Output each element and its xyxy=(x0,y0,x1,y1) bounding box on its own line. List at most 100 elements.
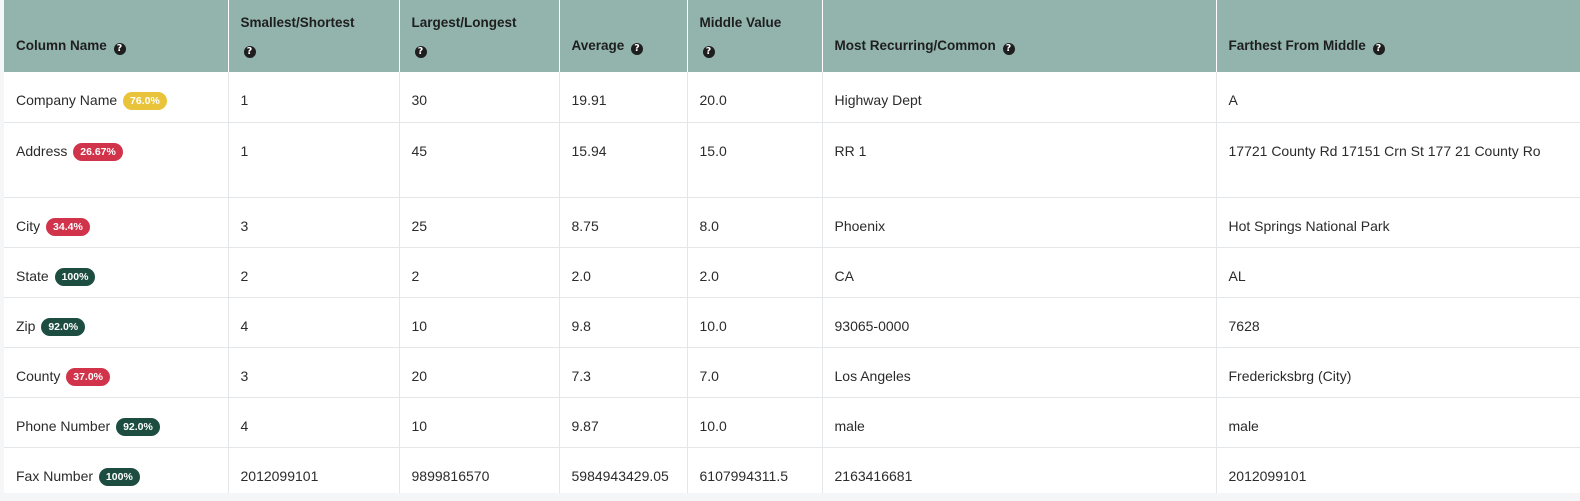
smallest-cell: 4 xyxy=(228,297,400,348)
table-row: City 34.4% 3 25 8.75 8.0 Phoenix Hot Spr… xyxy=(4,197,1580,248)
column-name: State xyxy=(16,267,49,284)
header-label: Most Recurring/Common xyxy=(834,38,996,53)
average-cell: 8.75 xyxy=(559,197,688,248)
farthest-cell: 17721 County Rd 17151 Crn St 177 21 Coun… xyxy=(1216,122,1580,198)
table-row: Company Name 76.0% 1 30 19.91 20.0 Highw… xyxy=(4,72,1580,123)
smallest-cell: 3 xyxy=(228,347,400,398)
common-cell: RR 1 xyxy=(822,122,1217,198)
largest-cell: 25 xyxy=(399,197,560,248)
farthest-cell: male xyxy=(1216,397,1580,448)
header-largest: Largest/Longest? xyxy=(399,0,560,72)
header-label: Average xyxy=(571,38,625,53)
header-smallest: Smallest/Shortest? xyxy=(228,0,400,72)
average-cell: 19.91 xyxy=(559,72,688,123)
help-icon[interactable]: ? xyxy=(414,46,427,58)
middle-cell: 10.0 xyxy=(687,297,823,348)
largest-cell: 45 xyxy=(399,122,560,198)
header-column-name: Column Name ? xyxy=(4,0,229,72)
smallest-cell: 1 xyxy=(228,72,400,123)
largest-cell: 2 xyxy=(399,247,560,298)
header-farthest: Farthest From Middle ? xyxy=(1216,0,1580,72)
status-badge: 37.0% xyxy=(66,367,111,386)
header-label: Column Name xyxy=(16,38,107,53)
farthest-cell: AL xyxy=(1216,247,1580,298)
farthest-cell: Hot Springs National Park xyxy=(1216,197,1580,248)
middle-cell: 20.0 xyxy=(687,72,823,123)
table-row: State 100% 2 2 2.0 2.0 CA AL xyxy=(4,247,1580,298)
common-cell: Phoenix xyxy=(822,197,1217,248)
help-icon[interactable]: ? xyxy=(631,43,644,55)
common-cell: Highway Dept xyxy=(822,72,1217,123)
column-name-cell: Zip 92.0% xyxy=(4,297,229,348)
column-name: Company Name xyxy=(16,92,118,108)
header-most-common: Most Recurring/Common ? xyxy=(822,0,1217,72)
column-stats-table: Column Name ? Smallest/Shortest? Largest… xyxy=(4,0,1580,493)
largest-cell: 20 xyxy=(399,347,560,398)
largest-cell: 10 xyxy=(399,297,560,348)
farthest-cell: Fredericksbrg (City) xyxy=(1216,347,1580,398)
status-badge: 34.4% xyxy=(46,217,90,236)
column-name-cell: Address 26.67% xyxy=(4,122,229,198)
table-row: Zip 92.0% 4 10 9.8 10.0 93065-0000 7628 xyxy=(4,297,1580,348)
help-icon[interactable]: ? xyxy=(243,46,256,58)
average-cell: 2.0 xyxy=(559,247,688,298)
common-cell: 93065-0000 xyxy=(822,297,1217,348)
status-badge: 92.0% xyxy=(41,317,86,336)
header-label: Farthest From Middle xyxy=(1228,38,1366,53)
largest-cell: 10 xyxy=(399,397,560,448)
header-label: Smallest/Shortest xyxy=(240,15,355,30)
middle-cell: 7.0 xyxy=(687,347,823,398)
smallest-cell: 4 xyxy=(228,397,400,448)
stats-table-container: Column Name ? Smallest/Shortest? Largest… xyxy=(4,0,1580,493)
smallest-cell: 2012099101 xyxy=(228,447,400,493)
header-label: Middle Value xyxy=(699,15,782,30)
column-name-cell: Company Name 76.0% xyxy=(4,72,229,123)
smallest-cell: 1 xyxy=(228,122,400,198)
farthest-cell: 2012099101 xyxy=(1216,447,1580,493)
column-name-cell: Fax Number 100% xyxy=(4,447,229,493)
header-middle-value: Middle Value? xyxy=(687,0,823,72)
average-cell: 15.94 xyxy=(559,122,688,198)
table-row: Address 26.67% 1 45 15.94 15.0 RR 1 1772… xyxy=(4,122,1580,198)
smallest-cell: 2 xyxy=(228,247,400,298)
help-icon[interactable]: ? xyxy=(702,46,715,58)
largest-cell: 9899816570 xyxy=(399,447,560,493)
status-badge: 100% xyxy=(54,267,96,286)
status-badge: 26.67% xyxy=(73,142,123,161)
status-badge: 76.0% xyxy=(123,92,167,110)
column-name: County xyxy=(16,367,61,384)
column-name-cell: City 34.4% xyxy=(4,197,229,248)
status-badge: 100% xyxy=(98,467,140,486)
average-cell: 9.87 xyxy=(559,397,688,448)
average-cell: 9.8 xyxy=(559,297,688,348)
column-name: Zip xyxy=(16,317,36,334)
table-row: County 37.0% 3 20 7.3 7.0 Los Angeles Fr… xyxy=(4,347,1580,398)
middle-cell: 10.0 xyxy=(687,397,823,448)
largest-cell: 30 xyxy=(399,72,560,123)
smallest-cell: 3 xyxy=(228,197,400,248)
help-icon[interactable]: ? xyxy=(1002,43,1015,55)
farthest-cell: A xyxy=(1216,72,1580,123)
header-row: Column Name ? Smallest/Shortest? Largest… xyxy=(4,0,1580,72)
column-name: Phone Number xyxy=(16,417,111,434)
common-cell: 2163416681 xyxy=(822,447,1217,493)
status-badge: 92.0% xyxy=(116,417,160,436)
table-row: Fax Number 100% 2012099101 9899816570 59… xyxy=(4,447,1580,493)
help-icon[interactable]: ? xyxy=(113,43,126,55)
help-icon[interactable]: ? xyxy=(1372,43,1385,55)
header-average: Average ? xyxy=(559,0,688,72)
column-name-cell: County 37.0% xyxy=(4,347,229,398)
average-cell: 7.3 xyxy=(559,347,688,398)
column-name: Fax Number xyxy=(16,467,94,484)
common-cell: male xyxy=(822,397,1217,448)
column-name-cell: State 100% xyxy=(4,247,229,298)
middle-cell: 8.0 xyxy=(687,197,823,248)
common-cell: CA xyxy=(822,247,1217,298)
average-cell: 5984943429.05 xyxy=(559,447,688,493)
farthest-cell: 7628 xyxy=(1216,297,1580,348)
header-label: Largest/Longest xyxy=(411,15,517,30)
middle-cell: 6107994311.5 xyxy=(687,447,823,493)
middle-cell: 15.0 xyxy=(687,122,823,198)
table-row: Phone Number 92.0% 4 10 9.87 10.0 male m… xyxy=(4,397,1580,448)
middle-cell: 2.0 xyxy=(687,247,823,298)
